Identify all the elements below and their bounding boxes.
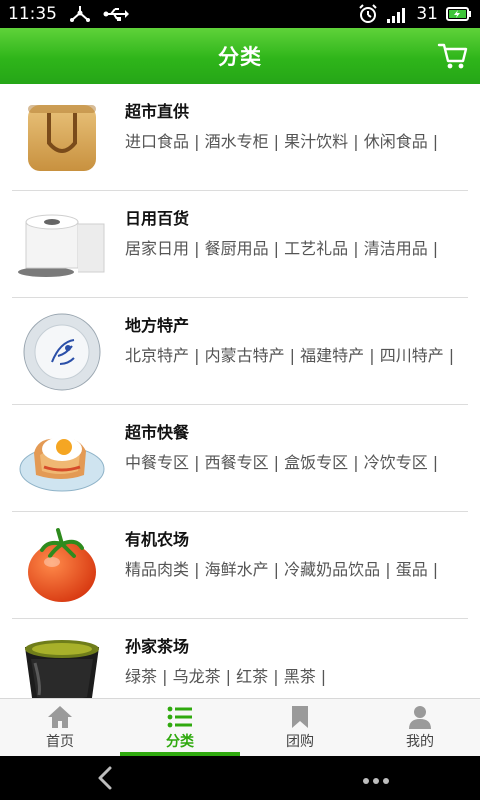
share-icon (69, 5, 91, 23)
fried-egg-toast-icon (12, 415, 112, 503)
cart-button[interactable] (436, 40, 470, 72)
category-subcategories: 中餐专区 | 西餐专区 | 盒饭专区 | 冷饮专区 | (125, 453, 439, 472)
battery-icon (446, 6, 472, 22)
category-name: 日用百货 (125, 209, 190, 228)
app-header: 分类 (0, 28, 480, 84)
home-icon (48, 705, 72, 728)
porcelain-plate-icon (12, 308, 112, 396)
category-subcategories: 精品肉类 | 海鲜水产 | 冷藏奶品饮品 | 蛋品 | (125, 560, 439, 579)
bookmark-icon (292, 705, 308, 728)
category-item-fast-food[interactable]: 超市快餐 中餐专区 | 西餐专区 | 盒饭专区 | 冷饮专区 | (12, 405, 468, 512)
status-bar: 11:35 31 (0, 0, 480, 28)
tab-label: 首页 (46, 733, 74, 750)
category-item-organic-farm[interactable]: 有机农场 精品肉类 | 海鲜水产 | 冷藏奶品饮品 | 蛋品 | (12, 512, 468, 619)
list-icon (167, 706, 192, 727)
bottom-tab-bar: 首页 分类 团购 我的 (0, 698, 480, 756)
more-icon (363, 778, 389, 784)
category-subcategories: 绿茶 | 乌龙茶 | 红茶 | 黑茶 | (125, 667, 327, 686)
category-subcategories: 进口食品 | 酒水专柜 | 果汁饮料 | 休闲食品 | (125, 132, 439, 151)
category-list: 超市直供 进口食品 | 酒水专柜 | 果汁饮料 | 休闲食品 | 日用百货 居家… (0, 84, 480, 698)
system-nav-bar (0, 756, 480, 800)
toilet-paper-icon (12, 201, 112, 289)
usb-icon (103, 6, 129, 22)
tab-mine[interactable]: 我的 (360, 699, 480, 756)
category-subcategories: 北京特产 | 内蒙古特产 | 福建特产 | 四川特产 | (125, 346, 455, 365)
tea-cup-icon (12, 629, 112, 698)
status-time: 11:35 (8, 4, 57, 24)
tab-label: 分类 (166, 733, 194, 750)
signal-icon (386, 5, 408, 23)
user-icon (409, 705, 431, 729)
category-name: 有机农场 (125, 530, 190, 549)
category-name: 超市直供 (125, 102, 190, 121)
shopping-bag-icon (12, 94, 112, 182)
tab-home[interactable]: 首页 (0, 699, 120, 756)
category-subcategories: 居家日用 | 餐厨用品 | 工艺礼品 | 清洁用品 | (125, 239, 439, 258)
tomato-icon (12, 522, 112, 610)
category-name: 超市快餐 (125, 423, 190, 442)
category-item-tea-garden[interactable]: 孙家茶场 绿茶 | 乌龙茶 | 红茶 | 黑茶 | (12, 619, 468, 698)
cart-icon (437, 43, 468, 69)
tab-category[interactable]: 分类 (120, 699, 240, 756)
category-item-local-specialty[interactable]: 地方特产 北京特产 | 内蒙古特产 | 福建特产 | 四川特产 | (12, 298, 468, 405)
battery-level: 31 (416, 4, 438, 24)
back-icon (98, 766, 112, 790)
alarm-icon (358, 4, 378, 24)
menu-button[interactable] (360, 772, 392, 784)
tab-label: 团购 (286, 733, 314, 750)
tab-label: 我的 (406, 733, 434, 750)
back-button[interactable] (92, 764, 120, 792)
category-item-daily-goods[interactable]: 日用百货 居家日用 | 餐厨用品 | 工艺礼品 | 清洁用品 | (12, 191, 468, 298)
category-name: 孙家茶场 (125, 637, 190, 656)
category-item-supermarket[interactable]: 超市直供 进口食品 | 酒水专柜 | 果汁饮料 | 休闲食品 | (12, 84, 468, 191)
category-name: 地方特产 (125, 316, 190, 335)
tab-group-buy[interactable]: 团购 (240, 699, 360, 756)
page-title: 分类 (218, 45, 262, 69)
